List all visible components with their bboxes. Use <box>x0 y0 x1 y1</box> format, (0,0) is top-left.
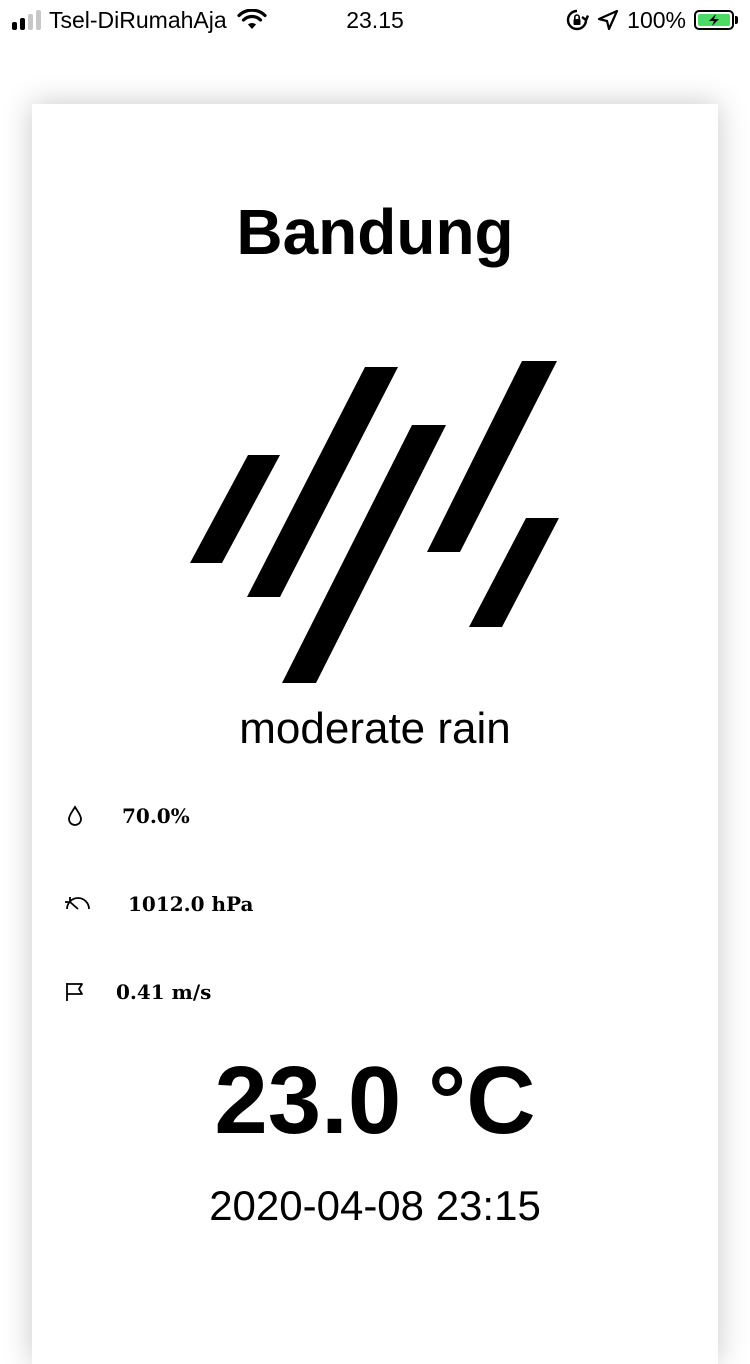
wind-row: 0.41 m/s <box>64 977 211 1007</box>
rotation-lock-icon <box>567 9 590 31</box>
date-time: 2020-04-08 23:15 <box>209 1182 541 1229</box>
pressure-gauge-icon <box>65 897 90 910</box>
humidity-value: 70.0% <box>122 804 190 828</box>
weather-description: moderate rain <box>239 704 511 753</box>
pressure-value: 1012.0 hPa <box>128 892 254 916</box>
humidity-drop-icon <box>68 805 82 826</box>
temperature: 23.0 °C <box>214 1047 536 1154</box>
battery-percent: 100% <box>627 6 686 33</box>
wind-flag-icon <box>66 983 83 1001</box>
pressure-row: 1012.0 hPa <box>64 889 254 919</box>
battery-charging-icon <box>694 10 734 30</box>
humidity-row: 70.0% <box>64 801 190 831</box>
status-right: 100% <box>565 6 738 34</box>
moderate-rain-icon <box>190 361 559 683</box>
city-name: Bandung <box>236 196 514 268</box>
wind-speed-value: 0.41 m/s <box>116 980 212 1004</box>
location-arrow-icon <box>598 9 619 31</box>
status-bar: Tsel-DiRumahAja 23.15 100% <box>0 0 750 40</box>
